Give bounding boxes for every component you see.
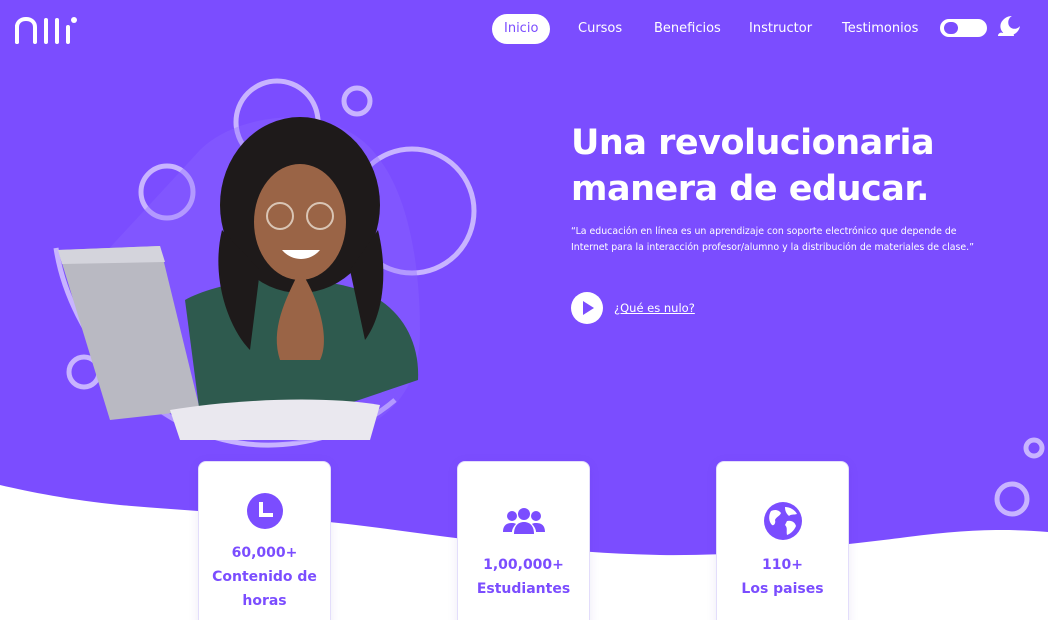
nulo-logo[interactable] [14,14,80,44]
nav-beneficios[interactable]: Beneficios [654,14,721,44]
hero-title: Una revolucionaria manera de educar. [571,120,1011,212]
stat-label: horas [242,593,287,609]
stat-label: Los paises [741,581,824,597]
nav-instructor[interactable]: Instructor [749,14,812,44]
stat-card-hours: 60,000+ Contenido de horas [198,461,331,620]
top-nav-bar: Inicio Cursos Beneficios Instructor Test… [0,0,1048,58]
stat-label: Contenido de [212,569,317,585]
clock-icon [199,492,330,532]
nav-inicio[interactable]: Inicio [492,14,551,44]
hero-title-line2: manera de educar. [571,169,929,209]
toggle-knob [944,22,958,34]
play-icon [583,301,594,315]
stat-value: 1,00,000+ [483,557,564,573]
hero-title-line1: Una revolucionaria [571,123,935,163]
hero-quote-line2: Internet para la interacción profesor/al… [571,242,974,253]
play-video-button[interactable] [571,292,603,324]
stat-card-students: 1,00,000+ Estudiantes [457,461,590,620]
hero-quote-line1: “La educación en línea es un aprendizaje… [571,226,957,237]
que-es-nulo-link[interactable]: ¿Qué es nulo? [614,301,695,315]
stat-label: Estudiantes [476,581,571,597]
stat-value: 60,000+ [231,545,298,561]
nav-cursos[interactable]: Cursos [578,14,622,44]
stat-value: 110+ [762,557,803,573]
stat-card-countries: 110+ Los paises [716,461,849,620]
nav-testimonios[interactable]: Testimonios [842,14,918,44]
theme-toggle[interactable] [940,19,987,37]
moon-icon[interactable] [996,14,1022,40]
globe-icon [717,501,848,541]
users-icon [458,506,589,546]
hero-quote: “La educación en línea es un aprendizaje… [571,224,991,256]
